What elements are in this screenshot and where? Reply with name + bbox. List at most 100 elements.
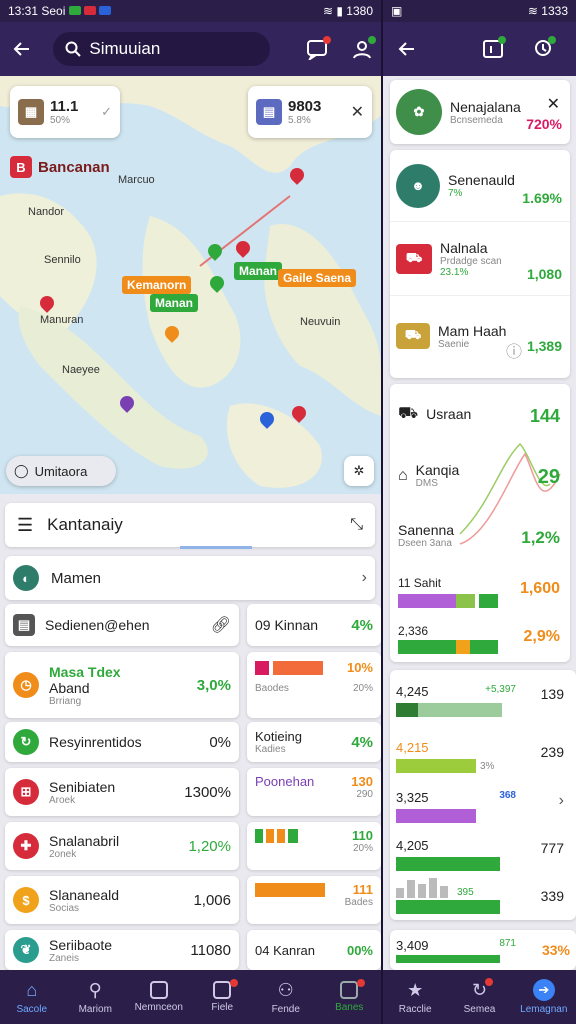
- list-item-right[interactable]: Kotieing Kadies 4%: [247, 722, 381, 762]
- check-icon: ✓: [101, 104, 112, 119]
- row-title: Poonehan: [255, 774, 315, 789]
- nav-friends[interactable]: ⚇ Fende: [256, 980, 316, 1015]
- box-icon: [340, 981, 359, 999]
- list-item[interactable]: $ Slananeald Socias 1,006: [5, 876, 239, 924]
- close-icon[interactable]: ✕: [547, 94, 560, 114]
- row-title: Kotieing: [255, 729, 302, 744]
- profile-icon[interactable]: [346, 31, 381, 67]
- list-item[interactable]: ⊞ Senibiaten Aroek 1300%: [5, 768, 239, 816]
- bar-segment: [396, 809, 476, 823]
- list-item[interactable]: ▤ Sedienen@ehen 🔗︎: [5, 604, 239, 646]
- chart-row-title: 11 Sahit: [398, 576, 442, 590]
- bottom-nav-right: ★ Racclie ↻ Semea ➔ Lemagnan: [383, 970, 576, 1024]
- map-tag[interactable]: Gaile Saena: [278, 269, 357, 287]
- list-item-right[interactable]: Poonehan 130 290: [247, 768, 381, 816]
- row-subtitle: Aband: [49, 679, 90, 696]
- nav-label: Racclie: [398, 1003, 432, 1015]
- list-item[interactable]: ❦ Seriibaote Zaneis 11080: [5, 930, 239, 970]
- nav-map[interactable]: ⚲ Mariom: [65, 980, 125, 1015]
- right-list-item[interactable]: ☻ Senenauld 7% 1.69%: [390, 150, 570, 222]
- nav-navigation[interactable]: ➔ Lemagnan: [514, 979, 574, 1015]
- right-stat-row[interactable]: 3,409 871 33%: [390, 930, 576, 970]
- row-title: Seriibaote: [49, 936, 113, 953]
- calendar-icon[interactable]: [475, 31, 511, 67]
- row-sub: 2onek: [49, 848, 77, 860]
- nav-activity[interactable]: ↻ Semea: [449, 977, 509, 1015]
- list-item-right[interactable]: 111 Bades: [247, 876, 381, 924]
- stat-sub: 871: [499, 937, 516, 949]
- stat-row[interactable]: 4,215 3%: [396, 740, 516, 773]
- right-head-card[interactable]: ✿ Nenajalana Bcnsemeda ✕ 720%: [390, 80, 570, 144]
- nav-calendar[interactable]: Nemnceon: [129, 981, 189, 1013]
- nav-favorites[interactable]: ★ Racclie: [385, 980, 445, 1015]
- map-card-left[interactable]: ▦ 11.1 50% ✓: [10, 86, 120, 138]
- bar-segment: [455, 594, 475, 608]
- locate-icon: ◯: [14, 463, 29, 478]
- close-icon[interactable]: ✕: [351, 102, 364, 122]
- map-view[interactable]: ▦ 11.1 50% ✓ ▤ 9803 5.8% ✕ B Bancanan Marc…: [0, 76, 381, 494]
- collapse-icon[interactable]: ⤡: [350, 516, 363, 534]
- search-text: Simuuian: [89, 39, 161, 58]
- subsection-row[interactable]: ◐ Mamen ›: [5, 556, 375, 600]
- card-value: 11.1: [50, 98, 79, 115]
- back-arrow-icon[interactable]: [4, 31, 39, 67]
- stat-row[interactable]: 4,205: [396, 838, 516, 871]
- stat-row[interactable]: 4,245 +5,397: [396, 684, 516, 717]
- clock-icon: ◷: [13, 672, 39, 698]
- back-arrow-icon[interactable]: [389, 31, 425, 67]
- bar-segment: [396, 900, 500, 914]
- nav-banes[interactable]: Banes: [319, 979, 379, 1013]
- map-tag[interactable]: Manan: [234, 262, 283, 280]
- map-label: Manuran: [40, 314, 84, 326]
- status-bar-right: ▣ ≋ 1333: [383, 0, 576, 22]
- search-icon: [65, 41, 82, 57]
- list-item-right[interactable]: 110 20%: [247, 822, 381, 870]
- list-item-right[interactable]: 10% Baodes 20%: [247, 652, 381, 718]
- search-input[interactable]: Simuuian: [53, 32, 271, 66]
- row-title: Slananeald: [49, 886, 120, 903]
- row-sub: 23.1%: [440, 266, 469, 278]
- avatar: ◐: [13, 565, 39, 591]
- map-card-right[interactable]: ▤ 9803 5.8% ✕: [248, 86, 372, 138]
- list-item[interactable]: ✚ Snalanabril 2onek 1,20%: [5, 822, 239, 870]
- section-title: Kantanaiy: [47, 515, 123, 534]
- list-item-right[interactable]: 04 Kanran 00%: [247, 930, 381, 970]
- app-icon: [68, 6, 81, 15]
- layers-button[interactable]: ✲: [344, 456, 374, 486]
- list-item[interactable]: ◷ Masa Tdex Aband Brriang 3,0%: [5, 652, 239, 718]
- row-title: Masa Tdex: [49, 663, 121, 680]
- row-value: 0%: [209, 733, 231, 751]
- nav-home[interactable]: ⌂ Sacole: [2, 980, 62, 1015]
- stat-title: 3,325: [396, 790, 429, 805]
- chart-row-value: 2,9%: [523, 628, 560, 645]
- chart-row: ⛟ Usraan: [398, 404, 471, 424]
- list-item-right[interactable]: 09 Kinnan 4%: [247, 604, 381, 646]
- row-sub: Kadies: [255, 744, 286, 755]
- gear-icon: ✲: [353, 463, 365, 478]
- map-tag[interactable]: Kemanorn: [122, 276, 192, 294]
- row-title: 04 Kanran: [255, 942, 315, 958]
- nav-label: Lemagnan: [520, 1004, 568, 1015]
- row-title: Snalanabril: [49, 832, 120, 849]
- stat-row[interactable]: 395: [396, 876, 516, 914]
- avatar: ☻: [396, 163, 440, 208]
- bar-segment: [478, 594, 498, 608]
- right-list-item[interactable]: ⛟ Nalnala Prdadge scan 23.1% 1,080: [390, 222, 570, 296]
- nav-files[interactable]: Fiele: [192, 979, 252, 1013]
- link-icon[interactable]: 🔗︎: [211, 615, 231, 635]
- right-list-item[interactable]: ⛟ Mam Haah Saenie ⓘ 1,389: [390, 296, 570, 376]
- chevron-right-icon[interactable]: ›: [559, 792, 564, 810]
- row-value: 1,20%: [188, 837, 231, 855]
- section-header[interactable]: ☰ Kantanaiy ⤡: [5, 503, 375, 547]
- locate-button[interactable]: ◯ Umitaora: [6, 456, 116, 486]
- location-icon[interactable]: [525, 31, 561, 67]
- bar-segment: [255, 882, 325, 897]
- list-item[interactable]: ↻ Resyinrentidos 0%: [5, 722, 239, 762]
- chart-row-value: 1,2%: [521, 528, 560, 547]
- row-title: Sedienen@ehen: [45, 617, 150, 633]
- map-tag[interactable]: Manan: [150, 294, 199, 312]
- row-value: 11080: [190, 941, 231, 959]
- chat-icon[interactable]: [300, 31, 335, 67]
- status-time: 13:31: [8, 4, 39, 18]
- stat-row[interactable]: 3,325 368: [396, 790, 516, 823]
